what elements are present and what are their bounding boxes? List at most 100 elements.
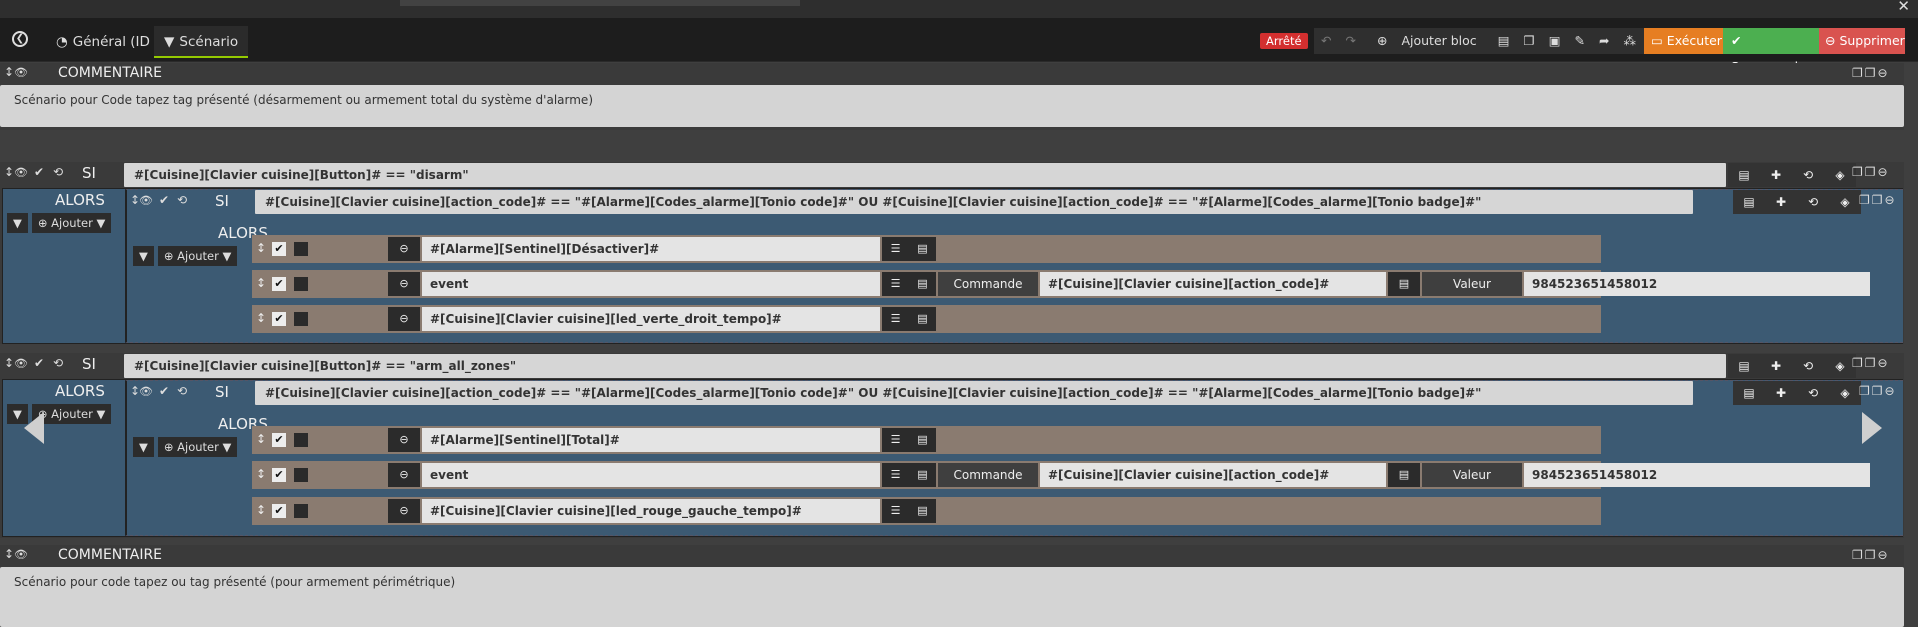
check-icon[interactable]: ✔ (159, 193, 169, 207)
check-icon[interactable]: ✔ (34, 356, 44, 370)
chevron-right-icon[interactable] (1862, 412, 1882, 444)
eye-icon[interactable]: 👁 (14, 66, 28, 79)
eye-icon[interactable]: 👁 (14, 357, 28, 370)
valeur-input[interactable]: 984523651458012 (1524, 463, 1870, 487)
minus-circle-icon[interactable]: ⊖ (1885, 384, 1897, 398)
nested-condition-input[interactable]: #[Cuisine][Clavier cuisine][action_code]… (255, 190, 1693, 214)
move-vertical-icon[interactable]: ↕ (256, 432, 266, 446)
list-icon[interactable]: ▤ (909, 428, 936, 452)
action-cmd-input[interactable]: #[Cuisine][Clavier cuisine][led_rouge_ga… (422, 499, 880, 523)
history-icon[interactable]: ⟲ (1797, 381, 1829, 405)
list-icon[interactable]: ▤ (909, 499, 936, 523)
refresh-icon[interactable]: ⟲ (53, 356, 63, 370)
minus-circle-icon[interactable]: ⊖ (388, 237, 420, 261)
minus-circle-icon[interactable]: ⊖ (388, 463, 420, 487)
option-checkbox[interactable] (294, 504, 308, 518)
ajouter-dropdown[interactable]: ⊕ Ajouter ▼ (31, 213, 112, 233)
back-arrow-icon[interactable]: ❮ (12, 31, 28, 47)
list-icon[interactable]: ▤ (1728, 354, 1760, 378)
copy-icon[interactable]: ❐❐⊖ (1852, 165, 1890, 179)
action-cmd-input[interactable]: #[Cuisine][Clavier cuisine][led_verte_dr… (422, 307, 880, 331)
copy-icon[interactable]: ❐❐⊖ (1852, 548, 1890, 562)
puzzle-icon[interactable]: ✚ (1765, 381, 1797, 405)
move-vertical-icon[interactable]: ↕ (256, 311, 266, 325)
run-button[interactable]: ▭ Exécuter (1644, 28, 1723, 54)
history-icon[interactable]: ⟲ (1792, 163, 1824, 187)
enable-checkbox[interactable]: ✔ (272, 242, 286, 256)
list-icon[interactable]: ▤ (909, 237, 936, 261)
enable-checkbox[interactable]: ✔ (272, 433, 286, 447)
list-icon[interactable]: ▤ (1733, 190, 1765, 214)
list-icon[interactable]: ☰ (882, 307, 909, 331)
action-cmd-input[interactable]: event (422, 463, 880, 487)
enable-checkbox[interactable]: ✔ (272, 468, 286, 482)
minus-circle-icon[interactable]: ⊖ (388, 499, 420, 523)
history-icon[interactable]: ⟲ (1797, 190, 1829, 214)
ajouter-dropdown[interactable]: ⊕ Ajouter ▼ (157, 437, 238, 457)
action-cmd-input[interactable]: #[Alarme][Sentinel][Total]# (422, 428, 880, 452)
eye-icon[interactable]: 👁 (139, 194, 153, 207)
if-condition-input[interactable]: #[Cuisine][Clavier cuisine][Button]# == … (124, 163, 1726, 187)
move-vertical-icon[interactable]: ↕ (256, 276, 266, 290)
move-vertical-icon[interactable]: ↕ (256, 503, 266, 517)
commande-input[interactable]: #[Cuisine][Clavier cuisine][action_code]… (1040, 463, 1386, 487)
copy-icon[interactable]: ❐❐⊖ (1859, 193, 1897, 207)
valeur-input[interactable]: 984523651458012 (1524, 272, 1870, 296)
if-condition-input[interactable]: #[Cuisine][Clavier cuisine][Button]# == … (124, 354, 1726, 378)
move-vertical-icon[interactable]: ↕ (256, 467, 266, 481)
list-icon[interactable]: ▤ (1728, 163, 1760, 187)
list-icon[interactable]: ▤ (1733, 381, 1765, 405)
close-icon[interactable]: ✕ (1897, 0, 1910, 15)
minus-circle-icon[interactable]: ⊖ (1878, 356, 1890, 370)
eye-icon[interactable]: 👁 (139, 385, 153, 398)
chevron-left-icon[interactable] (24, 412, 44, 444)
tab-scenario[interactable]: ▼ Scénario (154, 26, 249, 58)
list-icon[interactable]: ▤ (909, 307, 936, 331)
image-icon[interactable]: ▣ (1542, 28, 1568, 54)
move-vertical-icon[interactable]: ↕ (4, 547, 14, 561)
move-vertical-icon[interactable]: ↕ (4, 65, 14, 79)
option-checkbox[interactable] (294, 468, 308, 482)
caret-down-icon[interactable]: ▼ (7, 213, 28, 233)
move-vertical-icon[interactable]: ↕ (4, 165, 14, 179)
move-vertical-icon[interactable]: ↕ (4, 356, 14, 370)
eye-icon[interactable]: 👁 (14, 166, 28, 179)
list-icon[interactable]: ☰ (882, 237, 909, 261)
list-icon[interactable]: ☰ (882, 428, 909, 452)
option-checkbox[interactable] (294, 433, 308, 447)
list-icon[interactable]: ☰ (882, 499, 909, 523)
action-cmd-input[interactable]: event (422, 272, 880, 296)
option-checkbox[interactable] (294, 277, 308, 291)
enable-checkbox[interactable]: ✔ (272, 277, 286, 291)
copy-icon[interactable]: ❐❐⊖ (1859, 384, 1897, 398)
edit-icon[interactable]: ✎ (1568, 28, 1592, 54)
redo-icon[interactable]: ↷ (1338, 28, 1362, 54)
enable-checkbox[interactable]: ✔ (272, 504, 286, 518)
list-icon[interactable]: ▤ (1388, 463, 1420, 487)
option-checkbox[interactable] (294, 312, 308, 326)
cube-icon[interactable]: ◈ (1829, 190, 1861, 214)
list-icon[interactable]: ▤ (909, 272, 936, 296)
check-icon[interactable]: ✔ (159, 384, 169, 398)
list-icon[interactable]: ☰ (882, 463, 909, 487)
copy-icon[interactable]: ❐ (1517, 28, 1542, 54)
save-button[interactable]: ✔ Sauvegarder (1723, 28, 1819, 74)
nested-condition-input[interactable]: #[Cuisine][Clavier cuisine][action_code]… (255, 381, 1693, 405)
add-block-button[interactable]: ⊕ Ajouter bloc (1363, 28, 1491, 54)
eye-icon[interactable]: 👁 (14, 548, 28, 561)
minus-circle-icon[interactable]: ⊖ (1878, 548, 1890, 562)
cube-icon[interactable]: ◈ (1829, 381, 1861, 405)
caret-down-icon[interactable]: ▼ (133, 437, 154, 457)
refresh-icon[interactable]: ⟲ (177, 384, 187, 398)
commande-input[interactable]: #[Cuisine][Clavier cuisine][action_code]… (1040, 272, 1386, 296)
list-icon[interactable]: ▤ (909, 463, 936, 487)
file-icon[interactable]: ▤ (1491, 28, 1517, 54)
list-icon[interactable]: ▤ (1388, 272, 1420, 296)
check-icon[interactable]: ✔ (34, 165, 44, 179)
comment-text-2[interactable]: Scénario pour code tapez ou tag présenté… (0, 567, 1904, 627)
caret-down-icon[interactable]: ▼ (133, 246, 154, 266)
delete-button[interactable]: ⊖ Supprimer (1819, 28, 1905, 54)
share-icon[interactable]: ➦ (1592, 28, 1616, 54)
undo-icon[interactable]: ↶ (1314, 28, 1338, 54)
refresh-icon[interactable]: ⟲ (53, 165, 63, 179)
